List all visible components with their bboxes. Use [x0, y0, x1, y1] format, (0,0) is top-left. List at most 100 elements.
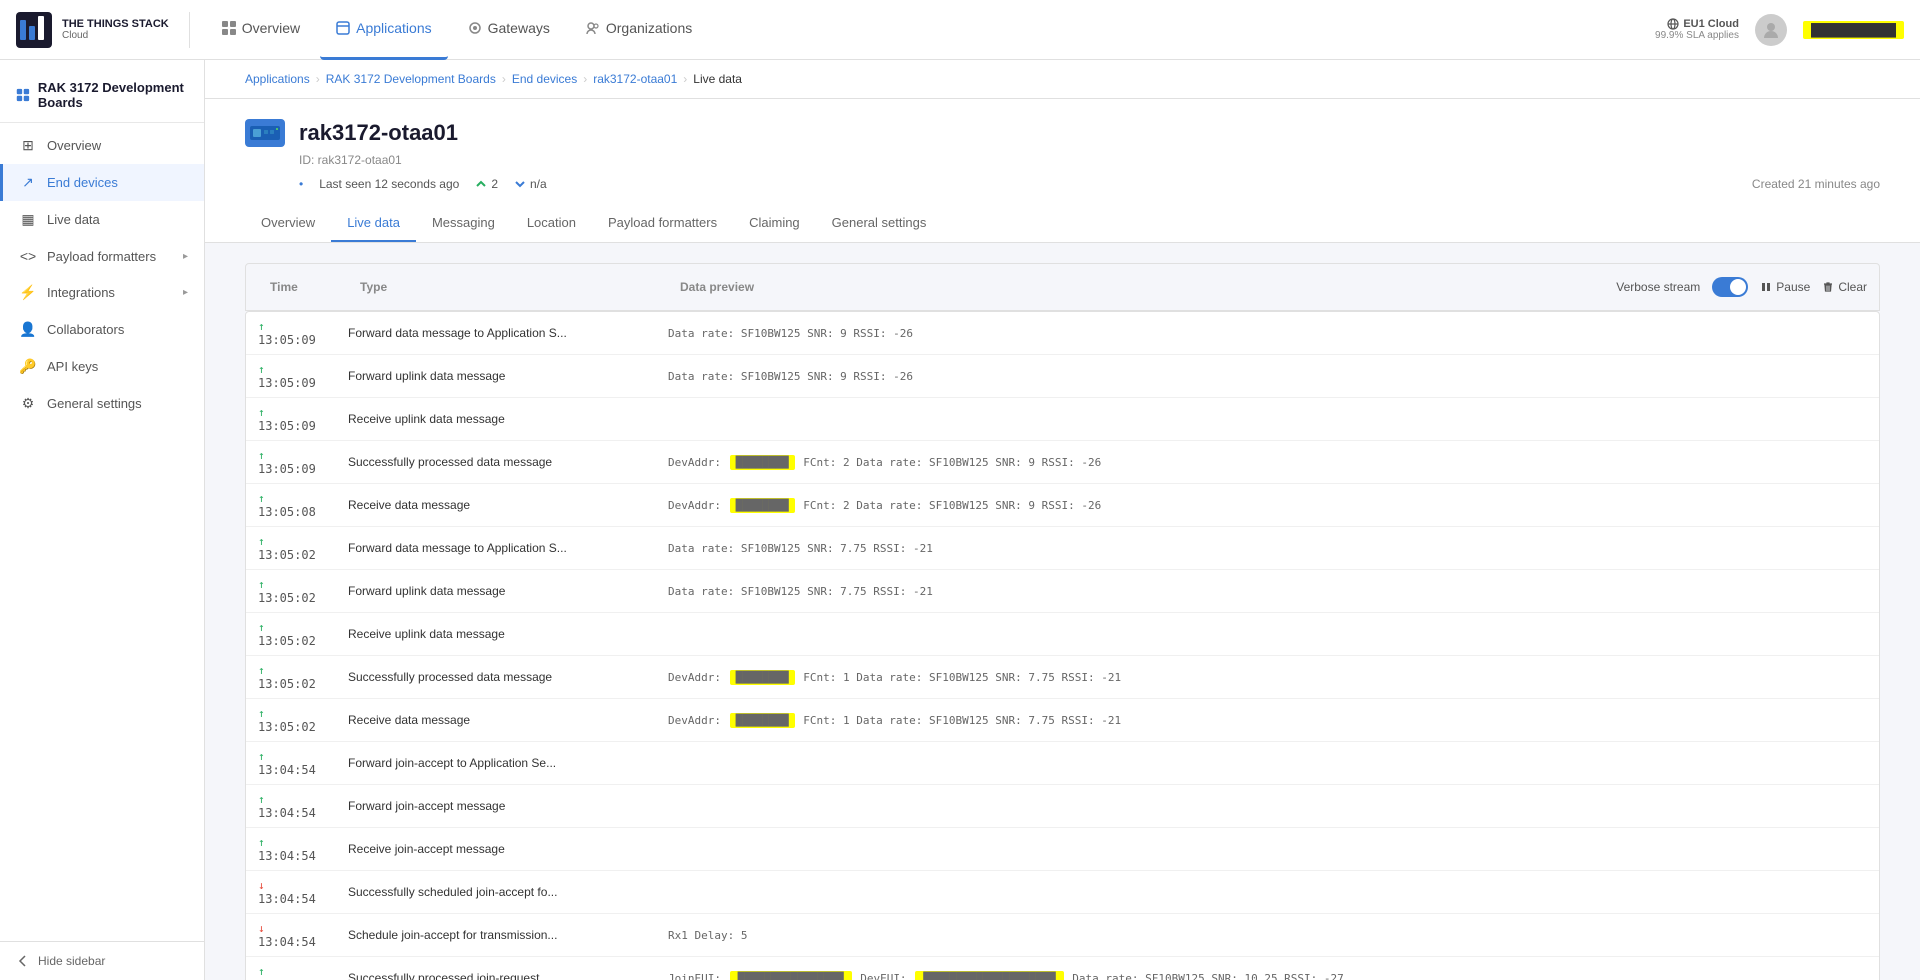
chevron-left-icon: [16, 954, 30, 968]
dev-addr-badge: ████████: [730, 498, 795, 513]
cloud-info[interactable]: EU1 Cloud 99.9% SLA applies: [1655, 18, 1739, 41]
cell-type: Receive data message: [336, 491, 656, 519]
logo-area: THE THINGS STACK Cloud: [16, 12, 190, 48]
cell-preview: DevAddr: ████████ FCnt: 1 Data rate: SF1…: [656, 706, 1879, 735]
top-navigation: THE THINGS STACK Cloud Overview Applicat…: [0, 0, 1920, 60]
nav-overview[interactable]: Overview: [206, 0, 316, 60]
table-row[interactable]: ↑ 13:04:54 Forward join-accept message: [246, 785, 1879, 828]
table-row[interactable]: ↓ 13:04:54 Successfully scheduled join-a…: [246, 871, 1879, 914]
cell-type: Successfully processed data message: [336, 448, 656, 476]
settings-icon: ⚙: [19, 395, 37, 412]
table-row[interactable]: ↑ 13:05:02 Forward uplink data message D…: [246, 570, 1879, 613]
table-row[interactable]: ↑ 13:05:09 Receive uplink data message: [246, 398, 1879, 441]
breadcrumb-device-id[interactable]: rak3172-otaa01: [593, 72, 677, 86]
cell-preview: DevAddr: ████████ FCnt: 2 Data rate: SF1…: [656, 448, 1879, 477]
dev-eui-badge: ████████████████████: [915, 971, 1063, 980]
table-row[interactable]: ↑ 13:05:02 Forward data message to Appli…: [246, 527, 1879, 570]
sidebar-item-collaborators[interactable]: 👤 Collaborators: [0, 311, 204, 348]
tab-location[interactable]: Location: [511, 205, 592, 242]
sidebar-item-live-data[interactable]: ▦ Live data: [0, 201, 204, 238]
expand-icon: ▸: [183, 251, 188, 262]
avatar[interactable]: [1755, 14, 1787, 46]
pause-icon: [1760, 281, 1772, 293]
table-row[interactable]: ↓ 13:04:54 Schedule join-accept for tran…: [246, 914, 1879, 957]
table-row[interactable]: ↑ 13:04:54 Forward join-accept to Applic…: [246, 742, 1879, 785]
cell-type: Successfully processed join-request: [336, 964, 656, 980]
cell-type: Receive uplink data message: [336, 620, 656, 648]
clear-button[interactable]: Clear: [1822, 280, 1867, 294]
breadcrumb-rak3172[interactable]: RAK 3172 Development Boards: [326, 72, 496, 86]
cell-preview: DevAddr: ████████ FCnt: 2 Data rate: SF1…: [656, 491, 1879, 520]
sidebar-item-overview[interactable]: ⊞ Overview: [0, 127, 204, 164]
tab-general-settings[interactable]: General settings: [816, 205, 943, 242]
nav-gateways[interactable]: Gateways: [452, 0, 566, 60]
table-row[interactable]: ↑ 13:05:09 Forward data message to Appli…: [246, 312, 1879, 355]
pause-button[interactable]: Pause: [1760, 280, 1810, 294]
device-board-icon: [250, 124, 280, 142]
down-arrow-icon: [514, 178, 526, 190]
live-data-icon: ▦: [19, 211, 37, 228]
user-icon: [1761, 20, 1781, 40]
verbose-label: Verbose stream: [1616, 280, 1700, 294]
org-icon: [586, 21, 600, 35]
table-row[interactable]: ↑ 13:05:09 Forward uplink data message D…: [246, 355, 1879, 398]
device-title-row: rak3172-otaa01: [245, 119, 1880, 147]
dev-addr-badge: ████████: [730, 455, 795, 470]
cell-time: ↑ 13:04:54: [246, 785, 336, 827]
cell-type: Forward data message to Application S...: [336, 534, 656, 562]
cell-preview: Rx1 Delay: 5: [656, 922, 1879, 949]
cell-preview: DevAddr: ████████ FCnt: 1 Data rate: SF1…: [656, 663, 1879, 692]
brand-text: THE THINGS STACK Cloud: [62, 18, 169, 41]
expand-icon-int: ▸: [183, 287, 188, 298]
cell-type: Successfully processed data message: [336, 663, 656, 691]
table-row[interactable]: ↑ 13:05:09 Successfully processed data m…: [246, 441, 1879, 484]
tab-payload-formatters[interactable]: Payload formatters: [592, 205, 733, 242]
table-row[interactable]: ↑ 13:05:02 Receive data message DevAddr:…: [246, 699, 1879, 742]
cell-type: Receive join-accept message: [336, 835, 656, 863]
sidebar-item-end-devices[interactable]: ↗ End devices: [0, 164, 204, 201]
verbose-toggle[interactable]: [1712, 277, 1748, 297]
table-row[interactable]: ↑ 13:05:02 Receive uplink data message: [246, 613, 1879, 656]
cell-preview: [656, 799, 1879, 813]
cell-preview: JoinEUI: ████████████████ DevEUI: ██████…: [656, 964, 1879, 980]
breadcrumb-applications[interactable]: Applications: [245, 72, 310, 86]
device-id: ID: rak3172-otaa01: [299, 153, 1880, 167]
tab-live-data[interactable]: Live data: [331, 205, 416, 242]
nav-organizations[interactable]: Organizations: [570, 0, 708, 60]
cell-type: Receive uplink data message: [336, 405, 656, 433]
device-meta: • Last seen 12 seconds ago 2 n/a Created…: [299, 177, 1880, 191]
logo-icon: [16, 12, 52, 48]
hide-sidebar-button[interactable]: Hide sidebar: [16, 954, 188, 968]
cell-type: Schedule join-accept for transmission...: [336, 921, 656, 949]
dev-addr-badge: ████████: [730, 670, 795, 685]
app-layout: RAK 3172 Development Boards ⊞ Overview ↗…: [0, 60, 1920, 980]
sidebar-item-payload-formatters[interactable]: <> Payload formatters ▸: [0, 238, 204, 274]
cell-preview: Data rate: SF10BW125 SNR: 7.75 RSSI: -21: [656, 578, 1879, 605]
table-row[interactable]: ↑ 13:04:54 Receive join-accept message: [246, 828, 1879, 871]
tab-messaging[interactable]: Messaging: [416, 205, 511, 242]
tab-overview[interactable]: Overview: [245, 205, 331, 242]
table-row[interactable]: ↑ 13:05:08 Receive data message DevAddr:…: [246, 484, 1879, 527]
nav-applications[interactable]: Applications: [320, 0, 448, 60]
cell-preview: Data rate: SF10BW125 SNR: 9 RSSI: -26: [656, 320, 1879, 347]
cell-preview: [656, 842, 1879, 856]
sidebar-item-api-keys[interactable]: 🔑 API keys: [0, 348, 204, 385]
cell-type: Forward uplink data message: [336, 577, 656, 605]
cell-time: ↑ 13:05:09: [246, 355, 336, 397]
table-row[interactable]: ↑ 13:04:52 Successfully processed join-r…: [246, 957, 1879, 980]
end-devices-icon: ↗: [19, 174, 37, 191]
cell-time: ↑ 13:05:09: [246, 312, 336, 354]
cell-preview: [656, 885, 1879, 899]
user-name[interactable]: ██████████: [1803, 21, 1904, 39]
breadcrumb-end-devices[interactable]: End devices: [512, 72, 577, 86]
app-dashboard-icon: [16, 86, 30, 104]
up-count: 2: [475, 177, 498, 191]
cell-time: ↑ 13:05:02: [246, 656, 336, 698]
cell-preview: [656, 412, 1879, 426]
sidebar: RAK 3172 Development Boards ⊞ Overview ↗…: [0, 60, 205, 980]
sidebar-item-integrations[interactable]: ⚡ Integrations ▸: [0, 274, 204, 311]
table-row[interactable]: ↑ 13:05:02 Successfully processed data m…: [246, 656, 1879, 699]
tab-claiming[interactable]: Claiming: [733, 205, 816, 242]
sidebar-item-general-settings[interactable]: ⚙ General settings: [0, 385, 204, 422]
main-content: Applications › RAK 3172 Development Boar…: [205, 60, 1920, 980]
